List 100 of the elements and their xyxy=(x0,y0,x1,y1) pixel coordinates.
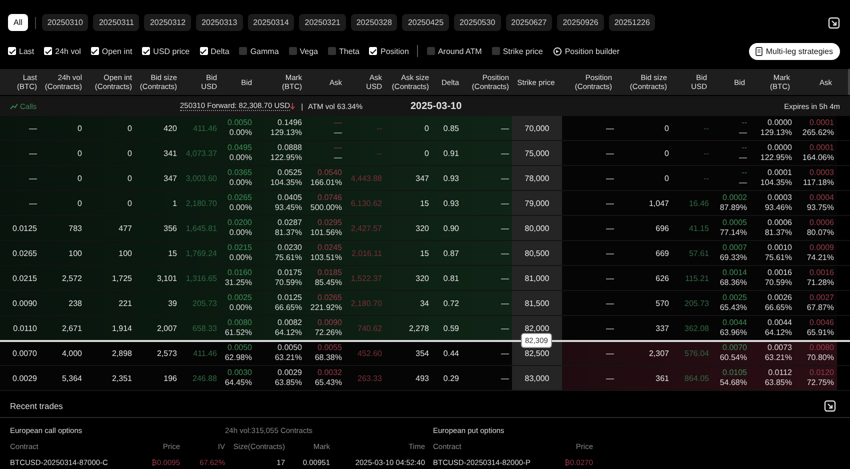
bid-price[interactable]: 0.0365 xyxy=(228,168,252,178)
checkbox-label[interactable]: 24h vol xyxy=(55,46,81,56)
bid-price[interactable]: 0.0200 xyxy=(228,218,252,228)
checkbox-label[interactable]: Delta xyxy=(210,46,230,56)
bid-price[interactable]: 0.0044 xyxy=(722,318,747,328)
ask-price[interactable]: 0.0006 xyxy=(810,218,834,228)
expand-icon[interactable] xyxy=(824,400,836,412)
checkbox-label[interactable]: Around ATM xyxy=(438,46,482,56)
ask-iv: 71.28% xyxy=(806,278,834,288)
bid-price[interactable]: 0.0014 xyxy=(722,268,747,278)
ask-iv: 68.38% xyxy=(314,353,342,363)
ask-price[interactable]: 0.0080 xyxy=(810,343,834,353)
checkbox[interactable] xyxy=(492,47,500,55)
ask-price[interactable]: 0.0055 xyxy=(318,343,342,353)
ask-price[interactable]: 0.0090 xyxy=(318,318,342,328)
strike-price: 79,000 xyxy=(524,198,550,208)
checkbox[interactable] xyxy=(328,47,336,55)
table-cell-text: 3,101 xyxy=(156,274,178,282)
expiry-tab[interactable]: 20250312 xyxy=(144,14,192,31)
bid-price[interactable]: 0.0030 xyxy=(228,368,252,378)
checkbox-label[interactable]: Strike price xyxy=(502,46,543,56)
bid-iv: 69.33% xyxy=(720,253,747,263)
ask-price[interactable]: 0.0185 xyxy=(318,268,342,278)
ask-price[interactable]: — xyxy=(334,143,342,153)
bid-price[interactable]: 0.0050 xyxy=(228,343,252,353)
checkbox[interactable] xyxy=(8,47,16,55)
table-cell-text: — xyxy=(500,148,510,158)
bid-price[interactable]: -- xyxy=(742,168,747,178)
checkbox-label[interactable]: USD price xyxy=(153,46,190,56)
ask-price[interactable]: 0.0245 xyxy=(318,243,342,253)
ask-iv: 72.26% xyxy=(314,328,342,338)
ask-price[interactable]: 0.0265 xyxy=(318,293,342,303)
bid-price[interactable]: 0.0007 xyxy=(722,243,747,253)
bid-price[interactable]: 0.0160 xyxy=(228,268,252,278)
expiry-tab[interactable]: 20250311 xyxy=(93,14,140,31)
checkbox[interactable] xyxy=(44,47,52,55)
mark-price: 0.0287 xyxy=(278,218,302,228)
expiry-tab[interactable]: 20250328 xyxy=(350,14,398,31)
ask-iv: 74.21% xyxy=(806,253,834,263)
mark-iv: 93.46% xyxy=(764,203,792,213)
bid-price[interactable]: 0.0215 xyxy=(228,243,252,253)
mark-price: 0.0016 xyxy=(768,268,792,278)
checkbox-label[interactable]: Theta xyxy=(339,46,360,56)
expiry-tab[interactable]: 20250310 xyxy=(42,14,88,31)
checkbox[interactable] xyxy=(90,47,99,55)
ask-price[interactable]: 0.0046 xyxy=(810,318,834,328)
bid-price[interactable]: 0.0080 xyxy=(228,318,252,328)
bid-price[interactable]: 0.0050 xyxy=(228,118,252,128)
checkbox[interactable] xyxy=(239,47,248,55)
bid-price[interactable]: 0.0002 xyxy=(722,193,747,203)
expiry-tab[interactable]: 20250313 xyxy=(196,14,243,31)
expiry-tab[interactable]: 20250425 xyxy=(402,14,450,31)
table-cell-text: — xyxy=(605,374,615,382)
ask-price[interactable]: 0.0003 xyxy=(810,168,834,178)
ask-price[interactable]: 0.0540 xyxy=(318,168,342,178)
bid-price[interactable]: -- xyxy=(742,143,747,153)
ask-price[interactable]: 0.0746 xyxy=(318,193,342,203)
expiry-tab[interactable]: 20250321 xyxy=(299,14,346,31)
checkbox[interactable] xyxy=(142,47,150,55)
checkbox[interactable] xyxy=(369,47,378,55)
bid-price[interactable]: 0.0495 xyxy=(228,143,252,153)
bid-price[interactable]: -- xyxy=(742,118,747,128)
table-cell-text: — xyxy=(605,348,615,358)
expiry-tab[interactable]: 20250530 xyxy=(454,14,501,31)
table-cell-text: 1,047 xyxy=(648,198,670,208)
ask-iv: 72.75% xyxy=(806,378,834,388)
checkbox-label[interactable]: Position xyxy=(380,46,409,56)
checkbox[interactable] xyxy=(200,47,208,55)
expand-icon[interactable] xyxy=(828,16,840,28)
ask-price[interactable]: 0.0120 xyxy=(810,368,834,378)
bid-price[interactable]: 0.0025 xyxy=(228,293,252,303)
ask-price[interactable]: — xyxy=(334,118,342,128)
expiry-tab[interactable]: 20251226 xyxy=(608,14,656,31)
ask-price[interactable]: 0.0032 xyxy=(318,368,342,378)
expiry-tab[interactable]: 20250627 xyxy=(506,14,552,31)
ask-price[interactable]: 0.0001 xyxy=(810,143,834,153)
position-builder-toggle[interactable]: Position builder xyxy=(552,46,620,56)
ask-price[interactable]: 0.0004 xyxy=(810,193,834,203)
bid-price[interactable]: 0.0005 xyxy=(722,218,747,228)
expiry-tab[interactable]: 20250314 xyxy=(248,14,294,31)
ask-price[interactable]: 0.0016 xyxy=(810,268,834,278)
checkbox-label[interactable]: Gamma xyxy=(250,46,279,56)
ask-price[interactable]: 0.0009 xyxy=(810,243,834,253)
bid-price[interactable]: 0.0025 xyxy=(722,293,747,303)
table-cell-text: 1 xyxy=(172,198,178,208)
expiry-tab[interactable]: All xyxy=(8,14,28,31)
bid-price[interactable]: 0.0265 xyxy=(228,193,252,203)
bid-price[interactable]: 0.0070 xyxy=(722,343,747,353)
checkbox[interactable] xyxy=(426,47,435,55)
checkbox-label[interactable]: Open int xyxy=(102,46,132,56)
checkbox[interactable] xyxy=(288,47,297,55)
ask-price[interactable]: 0.0295 xyxy=(318,218,342,228)
checkbox-label[interactable]: Last xyxy=(19,46,34,56)
ask-price[interactable]: 0.0027 xyxy=(810,293,834,303)
expiry-tab[interactable]: 20250926 xyxy=(557,14,604,31)
bid-price[interactable]: 0.0105 xyxy=(722,368,747,378)
multi-leg-strategies-button[interactable]: Multi-leg strategies xyxy=(748,42,840,60)
table-cell-text: 15 xyxy=(167,248,178,258)
ask-price[interactable]: 0.0001 xyxy=(810,118,834,128)
checkbox-label[interactable]: Vega xyxy=(300,46,318,56)
